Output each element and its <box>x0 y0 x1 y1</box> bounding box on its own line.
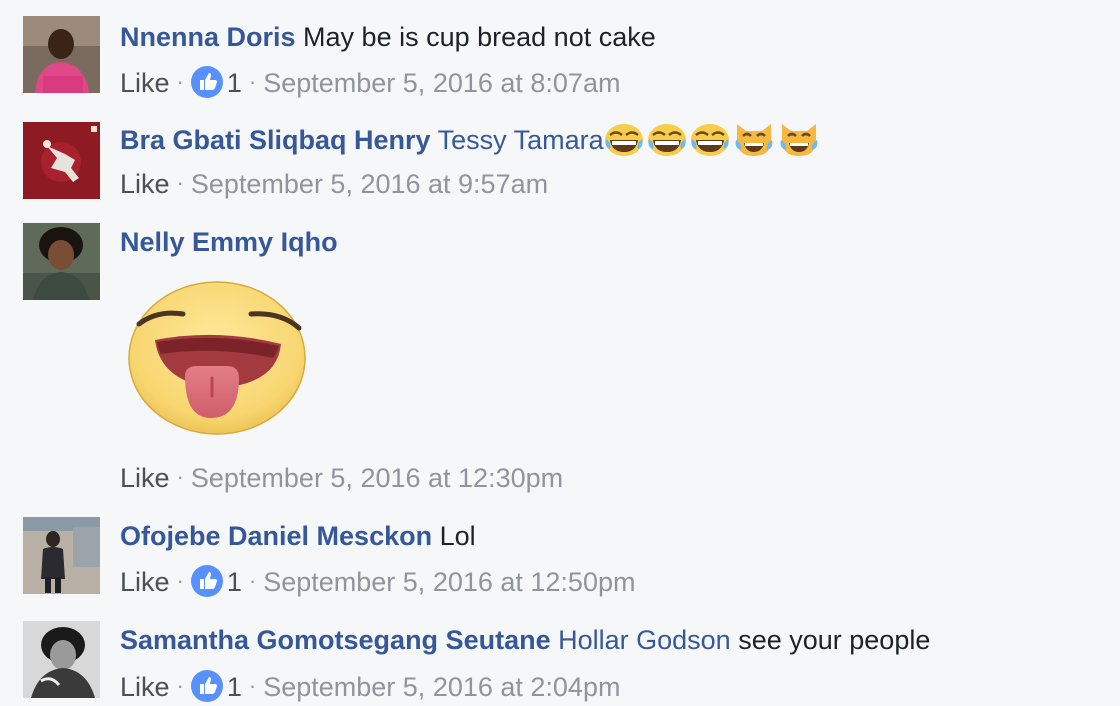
avatar-image <box>23 16 100 93</box>
author-link[interactable]: Nnenna Doris <box>120 22 296 52</box>
mention-link[interactable]: Hollar Godson <box>558 625 731 655</box>
avatar[interactable] <box>23 16 100 93</box>
separator-dot: · <box>176 673 184 698</box>
tongue-out-sticker-icon <box>127 280 307 438</box>
timestamp[interactable]: September 5, 2016 at 8:07am <box>263 68 620 98</box>
separator-dot: · <box>248 568 257 593</box>
emoji-row <box>604 120 823 158</box>
separator-dot: · <box>248 673 257 698</box>
avatar[interactable] <box>23 223 100 300</box>
separator-dot: · <box>176 568 184 593</box>
separator-dot: · <box>176 69 184 94</box>
avatar-image <box>23 122 100 199</box>
timestamp[interactable]: September 5, 2016 at 9:57am <box>191 169 548 199</box>
separator-dot: · <box>176 170 184 195</box>
timestamp[interactable]: September 5, 2016 at 12:30pm <box>191 463 563 493</box>
avatar[interactable] <box>23 122 100 199</box>
avatar[interactable] <box>23 621 100 698</box>
comment-text: see your people <box>738 625 931 655</box>
separator-dot: · <box>176 464 184 489</box>
grinning-sweat-icon <box>647 124 686 156</box>
author-link[interactable]: Nelly Emmy Iqho <box>120 227 338 257</box>
grinning-sweat-icon <box>690 124 729 156</box>
cat-tears-of-joy-icon <box>780 124 818 156</box>
grinning-sweat-icon <box>604 124 643 156</box>
avatar-image <box>23 621 100 698</box>
avatar-image <box>23 517 100 594</box>
author-link[interactable]: Samantha Gomotsegang Seutane <box>120 625 551 655</box>
like-button[interactable]: Like <box>120 169 170 199</box>
like-button[interactable]: Like <box>120 463 170 493</box>
cat-tears-of-joy-icon <box>735 124 773 156</box>
reaction-count[interactable]: 1 <box>227 68 242 98</box>
like-button[interactable]: Like <box>120 672 170 702</box>
avatar-image <box>23 223 100 300</box>
comment-text: May be is cup bread not cake <box>303 22 656 52</box>
avatar[interactable] <box>23 517 100 594</box>
mention-link[interactable]: Tessy Tamara <box>438 125 604 155</box>
separator-dot: · <box>248 69 257 94</box>
author-link[interactable]: Ofojebe Daniel Mesckon <box>120 521 432 551</box>
thumbs-up-icon[interactable] <box>190 564 223 597</box>
author-link[interactable]: Bra Gbati Sliqbaq Henry <box>120 125 431 155</box>
like-button[interactable]: Like <box>120 68 170 98</box>
reaction-count[interactable]: 1 <box>227 567 242 597</box>
reaction-count[interactable]: 1 <box>227 672 242 702</box>
like-button[interactable]: Like <box>120 567 170 597</box>
timestamp[interactable]: September 5, 2016 at 2:04pm <box>263 672 620 702</box>
comment-text: Lol <box>439 521 476 551</box>
thumbs-up-icon[interactable] <box>190 65 223 98</box>
thumbs-up-icon[interactable] <box>190 669 223 702</box>
timestamp[interactable]: September 5, 2016 at 12:50pm <box>263 567 635 597</box>
